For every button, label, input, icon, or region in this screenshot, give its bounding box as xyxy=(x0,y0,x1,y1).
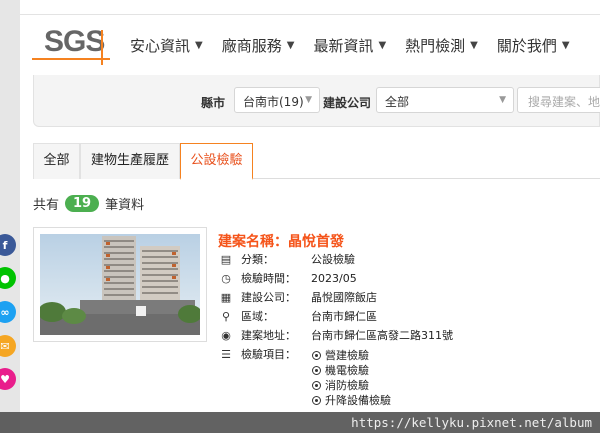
field-label: 區域： xyxy=(241,310,274,323)
builder-select[interactable]: 全部 ▼ xyxy=(376,87,514,113)
radio-dot-icon xyxy=(312,395,321,405)
logo-accent-line xyxy=(32,58,110,60)
nav-latest-news[interactable]: 最新資訊 ▼ xyxy=(313,35,386,56)
building-icon: ▦ xyxy=(220,290,232,304)
chevron-down-icon: ▼ xyxy=(470,40,478,51)
city-select-value: 台南市(19) xyxy=(243,95,304,109)
location-icon: ◉ xyxy=(221,328,231,342)
radio-dot-icon xyxy=(312,380,321,390)
search-placeholder: 搜尋建案、地址 xyxy=(528,95,600,109)
inspection-item-label: 機電檢驗 xyxy=(325,364,369,377)
field-value: 台南市歸仁區 xyxy=(311,310,377,323)
result-count: 共有 19 筆資料 xyxy=(33,194,144,213)
chevron-down-icon: ▼ xyxy=(561,40,570,51)
city-label: 縣市 xyxy=(201,96,226,110)
chevron-down-icon: ▼ xyxy=(305,95,312,105)
field-value: 2023/05 xyxy=(311,271,357,285)
radio-dot-icon xyxy=(312,365,321,375)
city-select[interactable]: 台南市(19) ▼ xyxy=(234,87,320,113)
field-label: 分類： xyxy=(241,253,274,266)
field-area: ⚲ 區域： 台南市歸仁區 xyxy=(219,308,377,324)
chevron-down-icon: ▼ xyxy=(499,95,506,105)
field-category: ▤ 分類： 公設檢驗 xyxy=(219,251,355,267)
field-value: 公設檢驗 xyxy=(311,253,355,266)
tab-all[interactable]: 全部 xyxy=(33,143,80,179)
field-address: ◉ 建案地址： 台南市歸仁區高發二路311號 xyxy=(219,327,453,343)
search-input[interactable]: 搜尋建案、地址 xyxy=(517,87,600,113)
count-badge: 19 xyxy=(65,195,100,212)
list-icon: ☰ xyxy=(221,347,231,361)
field-label: 建設公司： xyxy=(241,291,296,304)
nav-safety-info[interactable]: 安心資訊 ▼ xyxy=(130,35,203,56)
sgs-logo[interactable]: SGS xyxy=(44,25,105,59)
main-nav: 安心資訊 ▼ 廠商服務 ▼ 最新資訊 ▼ 熱門檢測 ▼ 關於我們 ▼ xyxy=(130,35,589,56)
tab-public-inspection[interactable]: 公設檢驗 xyxy=(180,143,253,180)
category-tabs: 全部 建物生產履歷 公設檢驗 xyxy=(33,143,600,180)
radio-dot-icon xyxy=(312,350,321,360)
field-inspection-time: ◷ 檢驗時間： 2023/05 xyxy=(219,270,357,286)
building-photo xyxy=(40,234,200,335)
header-divider xyxy=(20,14,600,15)
nav-about-us[interactable]: 關於我們 ▼ xyxy=(497,35,570,56)
watermark-url: https://kellyku.pixnet.net/album xyxy=(0,412,600,433)
nav-popular-tests[interactable]: 熱門檢測 ▼ xyxy=(405,35,478,56)
field-label: 建案地址： xyxy=(241,329,296,342)
inspection-item: 升降設備檢驗 xyxy=(312,392,391,408)
field-value: 台南市歸仁區高發二路311號 xyxy=(311,329,453,342)
filter-panel: 縣市 台南市(19) ▼ 建設公司 全部 ▼ 搜尋建案、地址 xyxy=(33,75,600,127)
inspection-item: 消防檢驗 xyxy=(312,377,369,393)
pin-icon: ⚲ xyxy=(221,309,231,323)
field-inspection-items: ☰ 檢驗項目： xyxy=(219,346,311,362)
field-label: 檢驗時間： xyxy=(241,272,296,285)
logo-accent-bar xyxy=(101,30,103,65)
field-builder: ▦ 建設公司： 晶悅國際飯店 xyxy=(219,289,377,305)
clipboard-icon: ▤ xyxy=(220,252,232,266)
chevron-down-icon: ▼ xyxy=(378,40,387,51)
nav-vendor-services[interactable]: 廠商服務 ▼ xyxy=(222,35,295,56)
inspection-item: 營建檢驗 xyxy=(312,347,369,363)
clock-icon: ◷ xyxy=(221,271,231,285)
project-title[interactable]: 建案名稱：晶悅首發 xyxy=(218,231,344,251)
tab-production-record[interactable]: 建物生產履歷 xyxy=(80,143,180,179)
count-suffix: 筆資料 xyxy=(105,198,145,213)
count-prefix: 共有 xyxy=(33,198,60,213)
inspection-item: 機電檢驗 xyxy=(312,362,369,378)
inspection-item-label: 升降設備檢驗 xyxy=(325,394,391,407)
field-label: 檢驗項目： xyxy=(241,348,296,361)
inspection-item-label: 消防檢驗 xyxy=(325,379,369,392)
chevron-down-icon: ▼ xyxy=(286,40,295,51)
field-value: 晶悅國際飯店 xyxy=(311,291,377,304)
builder-label: 建設公司 xyxy=(323,96,372,110)
inspection-item-label: 營建檢驗 xyxy=(325,349,369,362)
project-photo[interactable] xyxy=(33,227,207,342)
chevron-down-icon: ▼ xyxy=(195,40,203,51)
builder-select-value: 全部 xyxy=(385,95,410,109)
